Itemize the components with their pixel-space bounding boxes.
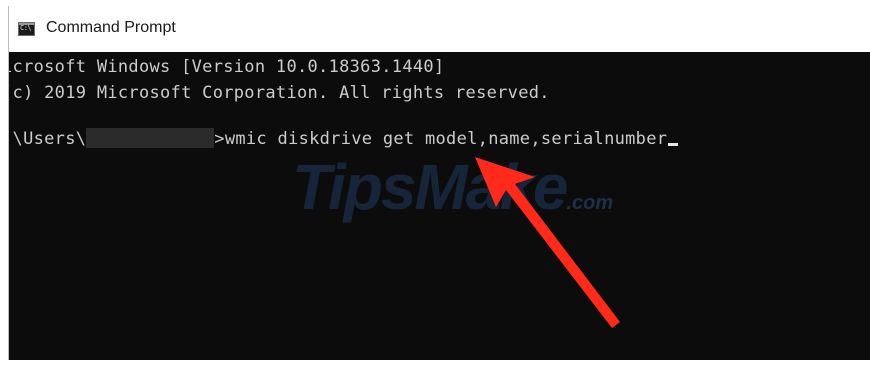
prompt-symbol: > bbox=[214, 129, 225, 149]
watermark-suffix: .com bbox=[566, 192, 614, 214]
command-line[interactable]: :\Users\ >wmic diskdrive get model,name,s… bbox=[9, 128, 679, 149]
console-line-version: icrosoft Windows [Version 10.0.18363.144… bbox=[9, 57, 445, 77]
console-output[interactable]: icrosoft Windows [Version 10.0.18363.144… bbox=[9, 52, 870, 360]
watermark-logo: TipsMake.com bbox=[292, 150, 613, 224]
watermark-text: TipsMake bbox=[292, 151, 568, 223]
command-prompt-window: Command Prompt icrosoft Windows [Version… bbox=[8, 6, 870, 360]
window-title: Command Prompt bbox=[46, 19, 176, 36]
typed-command: wmic diskdrive get model,name,serialnumb… bbox=[224, 129, 668, 149]
title-bar[interactable]: Command Prompt bbox=[9, 6, 870, 52]
cmd-icon bbox=[18, 22, 35, 36]
redacted-username bbox=[86, 128, 215, 148]
prompt-path: :\Users\ bbox=[9, 129, 87, 149]
console-line-copyright: (c) 2019 Microsoft Corporation. All righ… bbox=[9, 83, 550, 103]
text-cursor bbox=[668, 143, 679, 146]
